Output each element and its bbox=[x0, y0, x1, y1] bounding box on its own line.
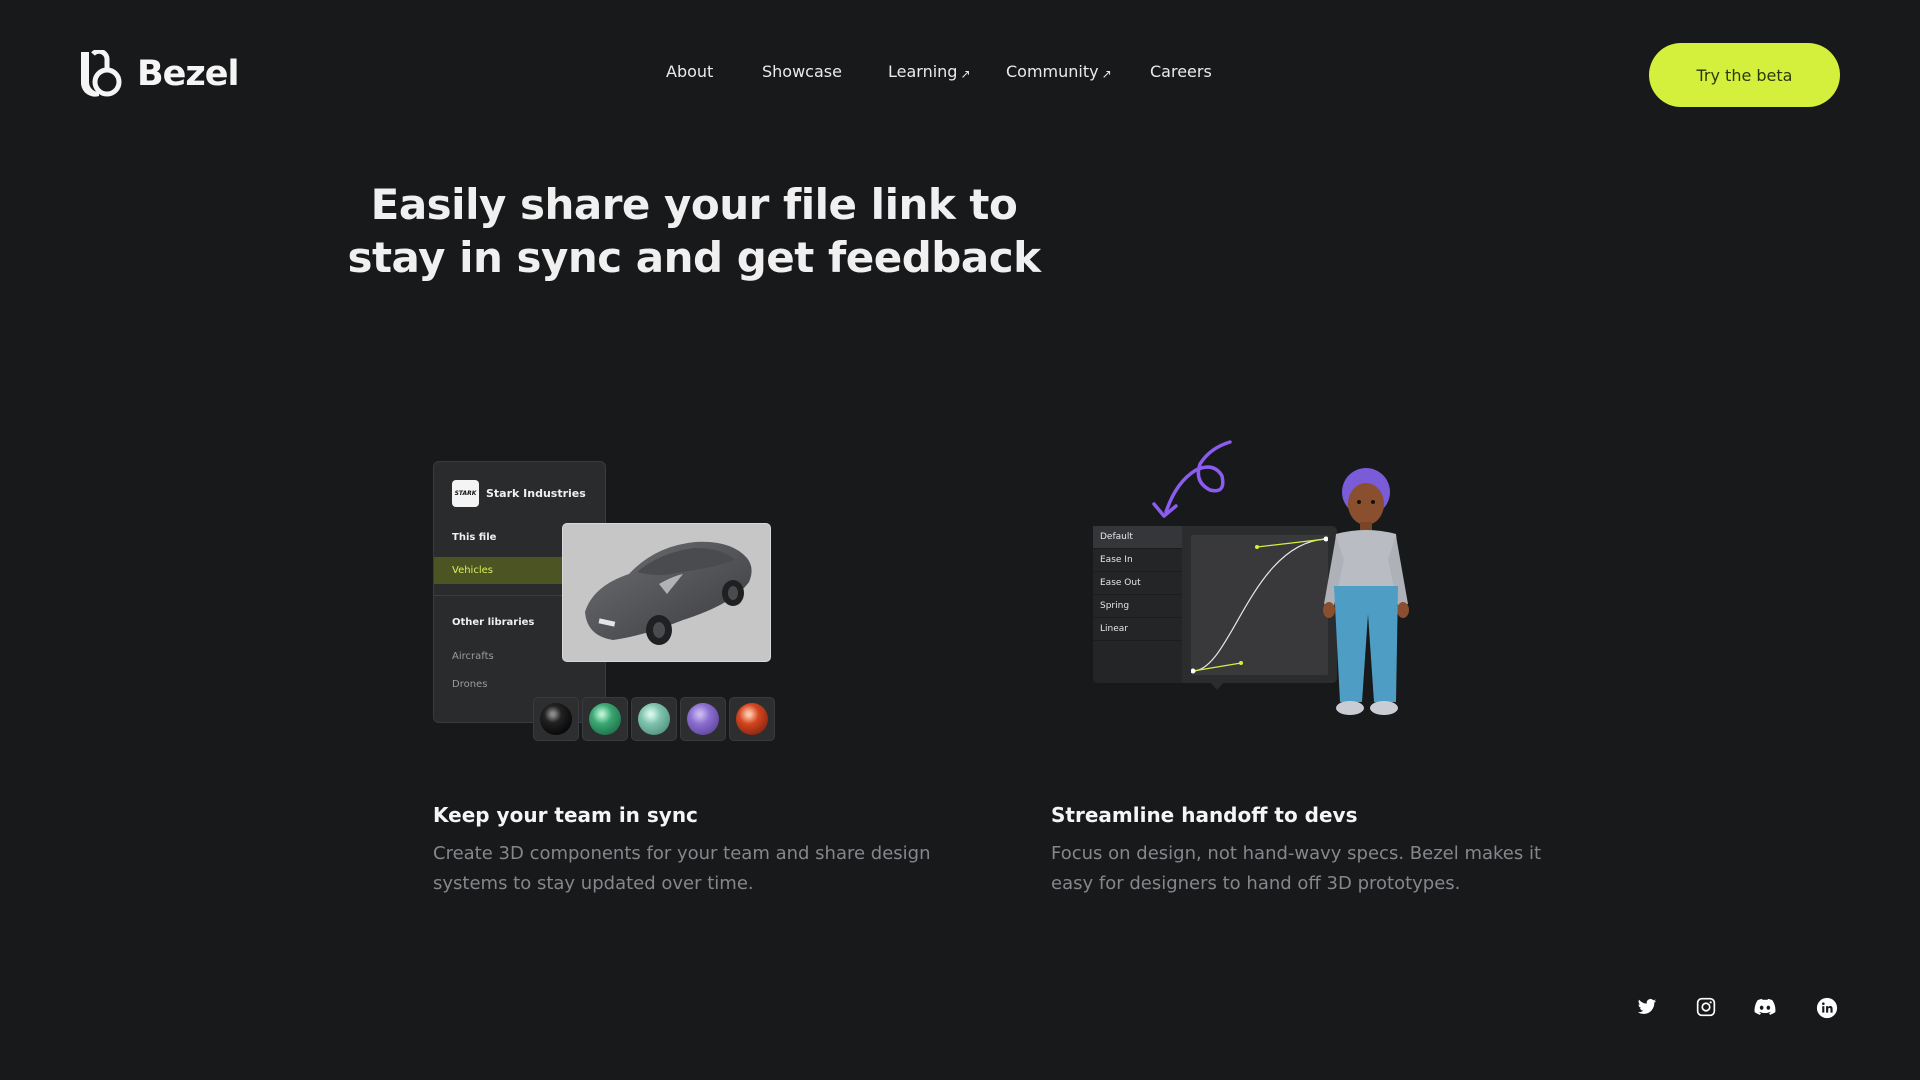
easing-option-default[interactable]: Default bbox=[1093, 526, 1182, 549]
discord-link[interactable] bbox=[1754, 997, 1776, 1017]
car-3d-illustration bbox=[585, 541, 752, 645]
easing-option-spring[interactable]: Spring bbox=[1093, 595, 1182, 618]
nav-about[interactable]: About bbox=[666, 62, 713, 81]
hero-title: Easily share your file link to stay in s… bbox=[347, 180, 1041, 282]
easing-panel: Default Ease In Ease Out Spring Linear bbox=[1093, 526, 1337, 683]
easing-curve-graph bbox=[1190, 535, 1329, 675]
section-this-file: This file bbox=[452, 532, 497, 543]
material-mint[interactable] bbox=[631, 697, 677, 741]
twitter-icon bbox=[1637, 999, 1657, 1014]
material-purple[interactable] bbox=[680, 697, 726, 741]
material-black[interactable] bbox=[533, 697, 579, 741]
nav-careers[interactable]: Careers bbox=[1150, 62, 1212, 81]
car-preview bbox=[562, 523, 771, 662]
easing-option-ease-in[interactable]: Ease In bbox=[1093, 549, 1182, 572]
external-link-icon: ↗ bbox=[960, 66, 971, 81]
instagram-icon bbox=[1696, 997, 1716, 1017]
library-item-aircrafts[interactable]: Aircrafts bbox=[452, 651, 494, 662]
material-red[interactable] bbox=[729, 697, 775, 741]
bezier-curve bbox=[1190, 536, 1329, 674]
feature-desc-handoff: Focus on design, not hand-wavy specs. Be… bbox=[1051, 843, 1542, 894]
library-item-vehicles[interactable]: Vehicles bbox=[434, 557, 574, 584]
instagram-link[interactable] bbox=[1696, 997, 1716, 1017]
external-link-icon: ↗ bbox=[1101, 66, 1112, 81]
linkedin-link[interactable] bbox=[1816, 997, 1838, 1019]
library-brand: STARK Stark Industries bbox=[452, 480, 586, 507]
main-nav: About Showcase Learning ↗ Community ↗ Care… bbox=[0, 62, 1920, 86]
discord-icon bbox=[1754, 998, 1776, 1015]
try-beta-button[interactable]: Try the beta bbox=[1649, 43, 1840, 107]
linkedin-icon bbox=[1816, 997, 1838, 1019]
nav-learning[interactable]: Learning ↗ bbox=[888, 62, 971, 81]
nav-community[interactable]: Community ↗ bbox=[1006, 62, 1112, 81]
easing-panel-pointer bbox=[1211, 683, 1223, 690]
easing-option-linear[interactable]: Linear bbox=[1093, 618, 1182, 641]
library-item-drones[interactable]: Drones bbox=[452, 679, 487, 690]
purple-arrow-icon bbox=[1152, 440, 1232, 518]
easing-list: Default Ease In Ease Out Spring Linear bbox=[1093, 526, 1182, 683]
feature-title-sync: Keep your team in sync bbox=[433, 803, 698, 827]
twitter-link[interactable] bbox=[1637, 997, 1657, 1017]
material-green[interactable] bbox=[582, 697, 628, 741]
feature-desc-sync: Create 3D components for your team and s… bbox=[433, 843, 931, 894]
stark-logo: STARK bbox=[452, 480, 479, 507]
character-illustration bbox=[1323, 468, 1409, 715]
material-swatches bbox=[533, 697, 775, 741]
section-other-libraries: Other libraries bbox=[452, 617, 535, 628]
company-name: Stark Industries bbox=[486, 487, 586, 500]
nav-showcase[interactable]: Showcase bbox=[762, 62, 842, 81]
feature-title-handoff: Streamline handoff to devs bbox=[1051, 803, 1358, 827]
easing-option-ease-out[interactable]: Ease Out bbox=[1093, 572, 1182, 595]
